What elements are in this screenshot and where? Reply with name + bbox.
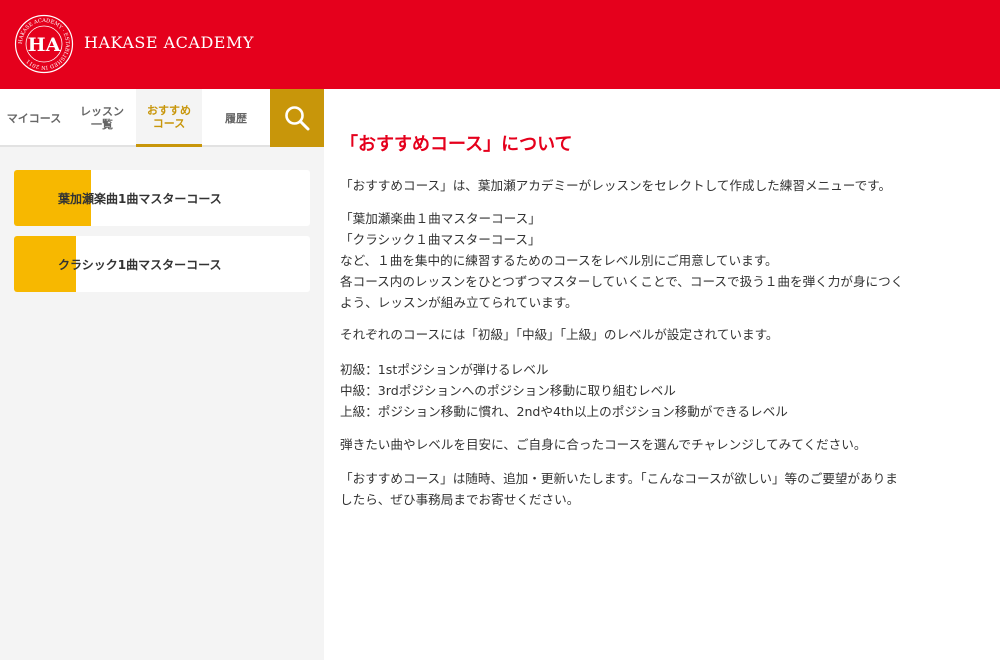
- text-line: よう、レッスンが組み立てられています。: [340, 295, 578, 310]
- tab-label: マイコース: [6, 111, 62, 125]
- course-title: クラシック1曲マスターコース: [58, 257, 222, 272]
- text-line: 初級：1stポジションが弾けるレベル: [340, 362, 549, 377]
- svg-text:HA: HA: [28, 34, 61, 56]
- text-line: 各コース内のレッスンをひとつずつマスターしていくことで、コースで扱う１曲を弾く力…: [340, 274, 904, 289]
- page-title: 「おすすめコース」について: [340, 134, 573, 155]
- paragraph: 初級：1stポジションが弾けるレベル 中級：3rdポジションへのポジション移動に…: [340, 359, 990, 422]
- tab-recommended-courses[interactable]: おすすめ コース: [136, 89, 202, 147]
- paragraph: それぞれのコースには「初級」「中級」「上級」のレベルが設定されています。: [340, 324, 990, 345]
- tab-label: レッスン 一覧: [80, 105, 124, 131]
- paragraph: 「おすすめコース」は、葉加瀬アカデミーがレッスンをセレクトして作成した練習メニュ…: [340, 175, 990, 196]
- text-line: など、１曲を集中的に練習するためのコースをレベル別にご用意しています。: [340, 253, 778, 268]
- search-icon: [285, 106, 310, 131]
- tab-label: 履歴: [225, 111, 247, 125]
- course-card[interactable]: 葉加瀬楽曲1曲マスターコース: [14, 170, 310, 226]
- paragraph: 「おすすめコース」は随時、追加・更新いたします。「こんなコースが欲しい」等のご要…: [340, 468, 990, 510]
- tab-history[interactable]: 履歴: [202, 89, 270, 147]
- course-card[interactable]: クラシック1曲マスターコース: [14, 236, 310, 292]
- paragraph: 弾きたい曲やレベルを目安に、ご自身に合ったコースを選んでチャレンジしてみてくださ…: [340, 434, 990, 455]
- text-line: 上級：ポジション移動に慣れ、2ndや4th以上のポジション移動ができるレベル: [340, 404, 788, 419]
- tab-lesson-list[interactable]: レッスン 一覧: [68, 89, 136, 147]
- text-line: したら、ぜひ事務局までお寄せください。: [340, 492, 580, 507]
- sidebar: マイコース レッスン 一覧 おすすめ コース 履歴 葉加瀬楽曲1曲マスターコース…: [0, 89, 324, 660]
- course-title: 葉加瀬楽曲1曲マスターコース: [58, 191, 222, 206]
- text-line: 「おすすめコース」は、葉加瀬アカデミーがレッスンをセレクトして作成した練習メニュ…: [340, 178, 892, 193]
- brand-name[interactable]: HAKASE ACADEMY: [84, 33, 254, 52]
- top-header: HAKASE ACADEMY · ESTABLISHED IN 2011 HA …: [0, 0, 1000, 89]
- paragraph: 「葉加瀬楽曲１曲マスターコース」 「クラシック１曲マスターコース」 など、１曲を…: [340, 208, 990, 313]
- hakase-academy-logo[interactable]: HAKASE ACADEMY · ESTABLISHED IN 2011 HA: [14, 14, 74, 74]
- text-line: 中級：3rdポジションへのポジション移動に取り組むレベル: [340, 383, 676, 398]
- tab-my-courses[interactable]: マイコース: [0, 89, 68, 147]
- text-line: 「葉加瀬楽曲１曲マスターコース」: [340, 211, 541, 226]
- text-line: 弾きたい曲やレベルを目安に、ご自身に合ったコースを選んでチャレンジしてみてくださ…: [340, 437, 867, 452]
- search-button[interactable]: [270, 89, 324, 147]
- text-line: 「おすすめコース」は随時、追加・更新いたします。「こんなコースが欲しい」等のご要…: [340, 471, 898, 486]
- text-line: 「クラシック１曲マスターコース」: [340, 232, 541, 247]
- tab-label: おすすめ コース: [147, 103, 191, 130]
- text-line: それぞれのコースには「初級」「中級」「上級」のレベルが設定されています。: [340, 327, 779, 342]
- sidebar-tabs: マイコース レッスン 一覧 おすすめ コース 履歴: [0, 89, 324, 147]
